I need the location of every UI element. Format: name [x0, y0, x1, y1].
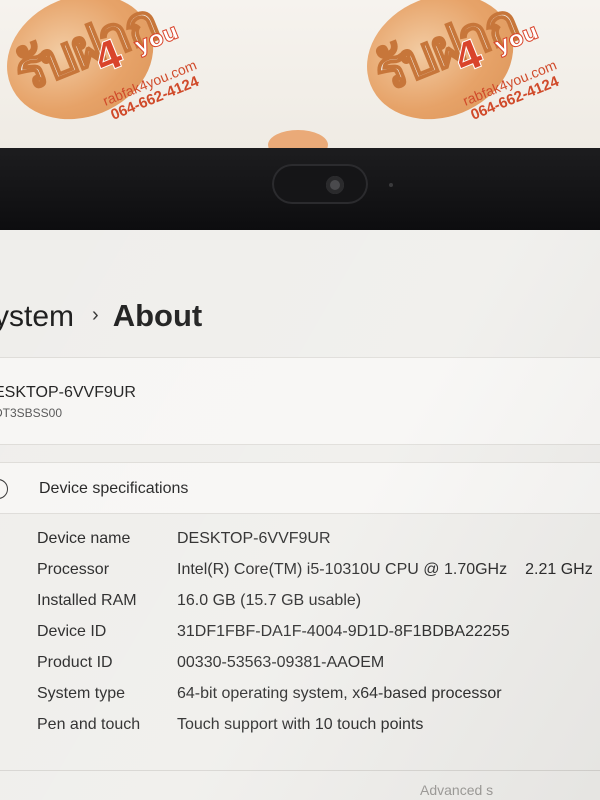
watermark-logo: รับฝาก 4 you rabfak4you.com 064-662-4124	[317, 0, 594, 150]
chevron-right-icon: ›	[92, 304, 99, 326]
processor-speed: 2.21 GHz	[525, 561, 593, 578]
spec-label: System type	[37, 685, 126, 702]
spec-value: 64-bit operating system, x64-based proce…	[177, 685, 502, 702]
settings-window: ystem › About ESKTOP-6VVF9UR DT3SBSS00 i D…	[0, 230, 600, 800]
laptop-bezel	[0, 148, 600, 230]
spec-value: 31DF1FBF-DA1F-4004-9D1D-8F1BDBA22255	[177, 623, 510, 640]
spec-value: DESKTOP-6VVF9UR	[177, 530, 331, 547]
device-specifications-header[interactable]: i Device specifications	[0, 462, 600, 514]
breadcrumb: ystem › About	[0, 298, 202, 334]
device-model: DT3SBSS00	[0, 406, 63, 420]
webcam-shutter	[272, 164, 368, 204]
divider	[0, 770, 600, 771]
spec-label: Product ID	[37, 654, 113, 671]
spec-row-device-name: Device name DESKTOP-6VVF9UR	[0, 530, 600, 560]
page-title: About	[112, 298, 203, 333]
device-name-card[interactable]: ESKTOP-6VVF9UR DT3SBSS00	[0, 357, 600, 445]
sticker-fragment	[268, 130, 328, 150]
related-link[interactable]: Advanced s	[420, 782, 493, 798]
device-hostname: ESKTOP-6VVF9UR	[0, 384, 136, 401]
section-title: Device specifications	[39, 480, 189, 497]
spec-value: Intel(R) Core(TM) i5-10310U CPU @ 1.70GH…	[177, 561, 593, 579]
webcam-lens-icon	[326, 176, 344, 194]
photo-backdrop: รับฝาก 4 you rabfak4you.com 064-662-4124…	[0, 0, 600, 150]
spec-row-processor: Processor Intel(R) Core(TM) i5-10310U CP…	[0, 561, 600, 591]
spec-row-device-id: Device ID 31DF1FBF-DA1F-4004-9D1D-8F1BDB…	[0, 623, 600, 653]
processor-model: Intel(R) Core(TM) i5-10310U CPU @ 1.70GH…	[177, 561, 508, 578]
spec-label: Device ID	[37, 623, 107, 640]
spec-label: Processor	[37, 561, 110, 578]
spec-label: Installed RAM	[37, 592, 137, 609]
webcam-led	[389, 183, 393, 187]
breadcrumb-parent[interactable]: ystem	[0, 300, 74, 333]
info-icon: i	[0, 479, 8, 499]
spec-row-pen-and-touch: Pen and touch Touch support with 10 touc…	[0, 716, 600, 746]
spec-label: Pen and touch	[37, 716, 141, 733]
spec-row-installed-ram: Installed RAM 16.0 GB (15.7 GB usable)	[0, 592, 600, 622]
spec-row-system-type: System type 64-bit operating system, x64…	[0, 685, 600, 715]
spec-value: Touch support with 10 touch points	[177, 716, 424, 733]
watermark-logo: รับฝาก 4 you rabfak4you.com 064-662-4124	[0, 0, 233, 150]
spec-value: 00330-53563-09381-AAOEM	[177, 654, 385, 671]
spec-label: Device name	[37, 530, 131, 547]
spec-row-product-id: Product ID 00330-53563-09381-AAOEM	[0, 654, 600, 684]
spec-value: 16.0 GB (15.7 GB usable)	[177, 592, 362, 609]
